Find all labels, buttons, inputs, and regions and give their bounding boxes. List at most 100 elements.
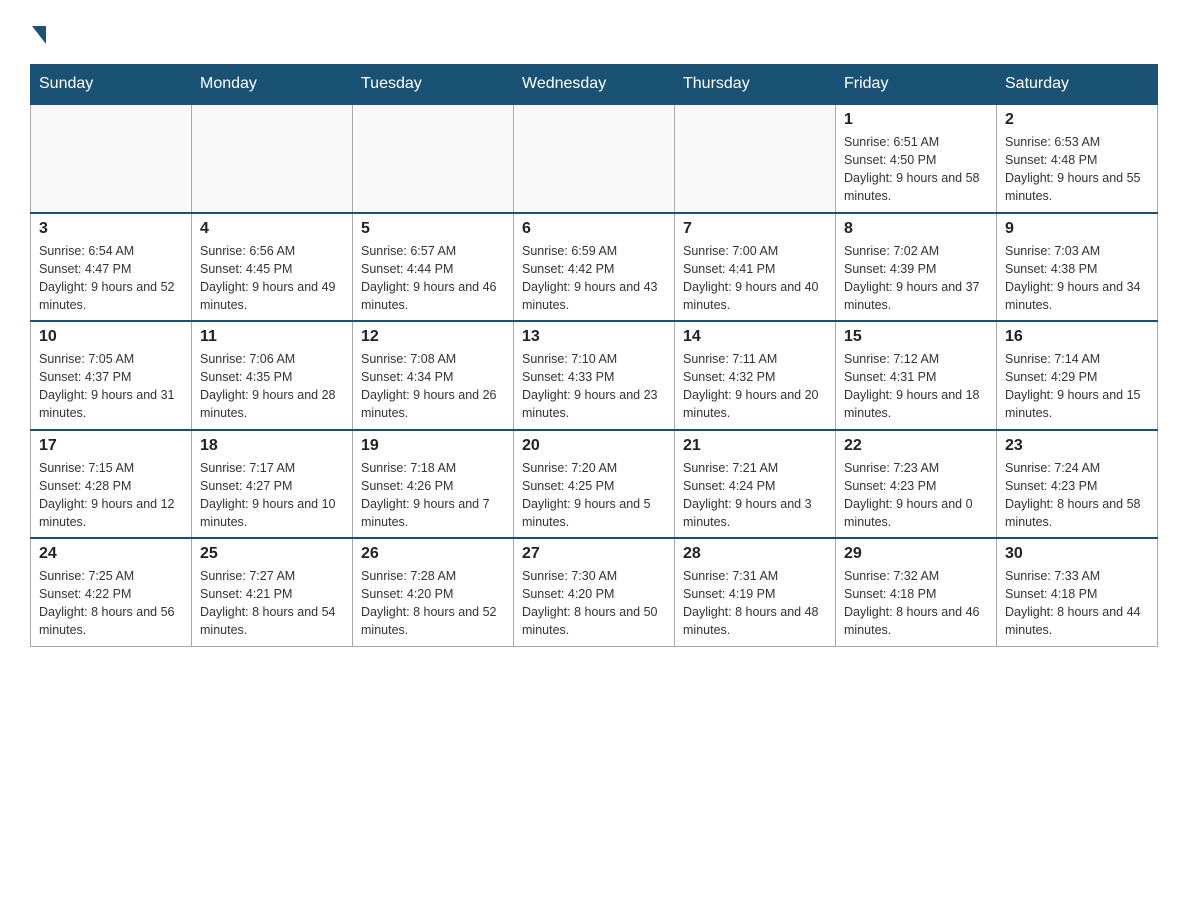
calendar-cell: 19 Sunrise: 7:18 AM Sunset: 4:26 PM Dayli… (353, 430, 514, 539)
day-number: 22 (844, 437, 988, 455)
calendar-header-monday: Monday (192, 65, 353, 105)
day-number: 24 (39, 545, 183, 563)
day-number: 1 (844, 111, 988, 129)
calendar-header-saturday: Saturday (997, 65, 1158, 105)
day-number: 11 (200, 328, 344, 346)
day-info: Sunrise: 7:23 AM Sunset: 4:23 PM Dayligh… (844, 459, 988, 532)
day-info: Sunrise: 7:20 AM Sunset: 4:25 PM Dayligh… (522, 459, 666, 532)
day-number: 19 (361, 437, 505, 455)
calendar-cell: 5 Sunrise: 6:57 AM Sunset: 4:44 PM Daylig… (353, 213, 514, 322)
day-info: Sunrise: 6:51 AM Sunset: 4:50 PM Dayligh… (844, 133, 988, 206)
calendar-week-row-3: 10 Sunrise: 7:05 AM Sunset: 4:37 PM Dayli… (31, 321, 1158, 430)
day-number: 8 (844, 220, 988, 238)
calendar-cell: 18Sunrise: 7:17 AM Sunset: 4:27 PM Dayli… (192, 430, 353, 539)
calendar-cell: 20 Sunrise: 7:20 AM Sunset: 4:25 PM Dayli… (514, 430, 675, 539)
calendar-cell: 25 Sunrise: 7:27 AM Sunset: 4:21 PM Dayli… (192, 538, 353, 646)
calendar-week-row-1: 1 Sunrise: 6:51 AM Sunset: 4:50 PM Daylig… (31, 104, 1158, 213)
day-info: Sunrise: 7:08 AM Sunset: 4:34 PM Dayligh… (361, 350, 505, 423)
day-info: Sunrise: 7:17 AM Sunset: 4:27 PM Dayligh… (200, 459, 344, 532)
calendar-cell: 22 Sunrise: 7:23 AM Sunset: 4:23 PM Dayli… (836, 430, 997, 539)
calendar-table: SundayMondayTuesdayWednesdayThursdayFrid… (30, 64, 1158, 647)
day-info: Sunrise: 7:03 AM Sunset: 4:38 PM Dayligh… (1005, 242, 1149, 315)
day-number: 12 (361, 328, 505, 346)
day-number: 25 (200, 545, 344, 563)
day-info: Sunrise: 7:15 AM Sunset: 4:28 PM Dayligh… (39, 459, 183, 532)
calendar-header-sunday: Sunday (31, 65, 192, 105)
day-number: 6 (522, 220, 666, 238)
day-number: 5 (361, 220, 505, 238)
calendar-cell: 17Sunrise: 7:15 AM Sunset: 4:28 PM Dayli… (31, 430, 192, 539)
day-info: Sunrise: 7:31 AM Sunset: 4:19 PM Dayligh… (683, 567, 827, 640)
day-info: Sunrise: 7:27 AM Sunset: 4:21 PM Dayligh… (200, 567, 344, 640)
calendar-cell: 1 Sunrise: 6:51 AM Sunset: 4:50 PM Daylig… (836, 104, 997, 213)
calendar-cell (514, 104, 675, 213)
day-info: Sunrise: 6:57 AM Sunset: 4:44 PM Dayligh… (361, 242, 505, 315)
day-number: 14 (683, 328, 827, 346)
day-number: 13 (522, 328, 666, 346)
day-info: Sunrise: 7:32 AM Sunset: 4:18 PM Dayligh… (844, 567, 988, 640)
day-info: Sunrise: 7:06 AM Sunset: 4:35 PM Dayligh… (200, 350, 344, 423)
calendar-cell: 26 Sunrise: 7:28 AM Sunset: 4:20 PM Dayli… (353, 538, 514, 646)
calendar-cell: 2 Sunrise: 6:53 AM Sunset: 4:48 PM Daylig… (997, 104, 1158, 213)
calendar-cell (675, 104, 836, 213)
day-number: 20 (522, 437, 666, 455)
calendar-cell: 12 Sunrise: 7:08 AM Sunset: 4:34 PM Dayli… (353, 321, 514, 430)
logo-arrow-icon (32, 26, 46, 44)
day-number: 28 (683, 545, 827, 563)
day-number: 2 (1005, 111, 1149, 129)
calendar-cell: 30 Sunrise: 7:33 AM Sunset: 4:18 PM Dayli… (997, 538, 1158, 646)
calendar-cell: 27Sunrise: 7:30 AM Sunset: 4:20 PM Dayli… (514, 538, 675, 646)
calendar-cell: 14 Sunrise: 7:11 AM Sunset: 4:32 PM Dayli… (675, 321, 836, 430)
day-number: 30 (1005, 545, 1149, 563)
calendar-header-thursday: Thursday (675, 65, 836, 105)
day-number: 16 (1005, 328, 1149, 346)
logo (30, 20, 46, 44)
calendar-header-wednesday: Wednesday (514, 65, 675, 105)
day-info: Sunrise: 7:30 AM Sunset: 4:20 PM Dayligh… (522, 567, 666, 640)
day-number: 21 (683, 437, 827, 455)
calendar-cell: 24Sunrise: 7:25 AM Sunset: 4:22 PM Dayli… (31, 538, 192, 646)
calendar-cell (353, 104, 514, 213)
day-number: 29 (844, 545, 988, 563)
day-number: 26 (361, 545, 505, 563)
day-info: Sunrise: 7:24 AM Sunset: 4:23 PM Dayligh… (1005, 459, 1149, 532)
calendar-header-row: SundayMondayTuesdayWednesdayThursdayFrid… (31, 65, 1158, 105)
calendar-cell: 21 Sunrise: 7:21 AM Sunset: 4:24 PM Dayli… (675, 430, 836, 539)
calendar-header-friday: Friday (836, 65, 997, 105)
calendar-cell (192, 104, 353, 213)
day-info: Sunrise: 7:02 AM Sunset: 4:39 PM Dayligh… (844, 242, 988, 315)
calendar-week-row-2: 3 Sunrise: 6:54 AM Sunset: 4:47 PM Daylig… (31, 213, 1158, 322)
calendar-cell: 4 Sunrise: 6:56 AM Sunset: 4:45 PM Daylig… (192, 213, 353, 322)
calendar-cell: 7 Sunrise: 7:00 AM Sunset: 4:41 PM Daylig… (675, 213, 836, 322)
calendar-cell (31, 104, 192, 213)
calendar-cell: 29 Sunrise: 7:32 AM Sunset: 4:18 PM Dayli… (836, 538, 997, 646)
day-info: Sunrise: 7:12 AM Sunset: 4:31 PM Dayligh… (844, 350, 988, 423)
calendar-header-tuesday: Tuesday (353, 65, 514, 105)
calendar-cell: 3 Sunrise: 6:54 AM Sunset: 4:47 PM Daylig… (31, 213, 192, 322)
day-info: Sunrise: 6:54 AM Sunset: 4:47 PM Dayligh… (39, 242, 183, 315)
day-number: 3 (39, 220, 183, 238)
day-number: 4 (200, 220, 344, 238)
day-info: Sunrise: 7:11 AM Sunset: 4:32 PM Dayligh… (683, 350, 827, 423)
day-info: Sunrise: 6:53 AM Sunset: 4:48 PM Dayligh… (1005, 133, 1149, 206)
day-number: 15 (844, 328, 988, 346)
calendar-cell: 9Sunrise: 7:03 AM Sunset: 4:38 PM Daylig… (997, 213, 1158, 322)
day-info: Sunrise: 7:14 AM Sunset: 4:29 PM Dayligh… (1005, 350, 1149, 423)
day-number: 23 (1005, 437, 1149, 455)
day-number: 7 (683, 220, 827, 238)
day-info: Sunrise: 7:33 AM Sunset: 4:18 PM Dayligh… (1005, 567, 1149, 640)
day-info: Sunrise: 7:00 AM Sunset: 4:41 PM Dayligh… (683, 242, 827, 315)
day-info: Sunrise: 7:21 AM Sunset: 4:24 PM Dayligh… (683, 459, 827, 532)
calendar-week-row-5: 24Sunrise: 7:25 AM Sunset: 4:22 PM Dayli… (31, 538, 1158, 646)
day-number: 10 (39, 328, 183, 346)
calendar-cell: 16 Sunrise: 7:14 AM Sunset: 4:29 PM Dayli… (997, 321, 1158, 430)
day-info: Sunrise: 7:18 AM Sunset: 4:26 PM Dayligh… (361, 459, 505, 532)
day-info: Sunrise: 6:56 AM Sunset: 4:45 PM Dayligh… (200, 242, 344, 315)
day-info: Sunrise: 7:05 AM Sunset: 4:37 PM Dayligh… (39, 350, 183, 423)
day-info: Sunrise: 6:59 AM Sunset: 4:42 PM Dayligh… (522, 242, 666, 315)
day-info: Sunrise: 7:28 AM Sunset: 4:20 PM Dayligh… (361, 567, 505, 640)
calendar-cell: 11 Sunrise: 7:06 AM Sunset: 4:35 PM Dayli… (192, 321, 353, 430)
calendar-cell: 23 Sunrise: 7:24 AM Sunset: 4:23 PM Dayli… (997, 430, 1158, 539)
calendar-cell: 6 Sunrise: 6:59 AM Sunset: 4:42 PM Daylig… (514, 213, 675, 322)
calendar-cell: 8 Sunrise: 7:02 AM Sunset: 4:39 PM Daylig… (836, 213, 997, 322)
